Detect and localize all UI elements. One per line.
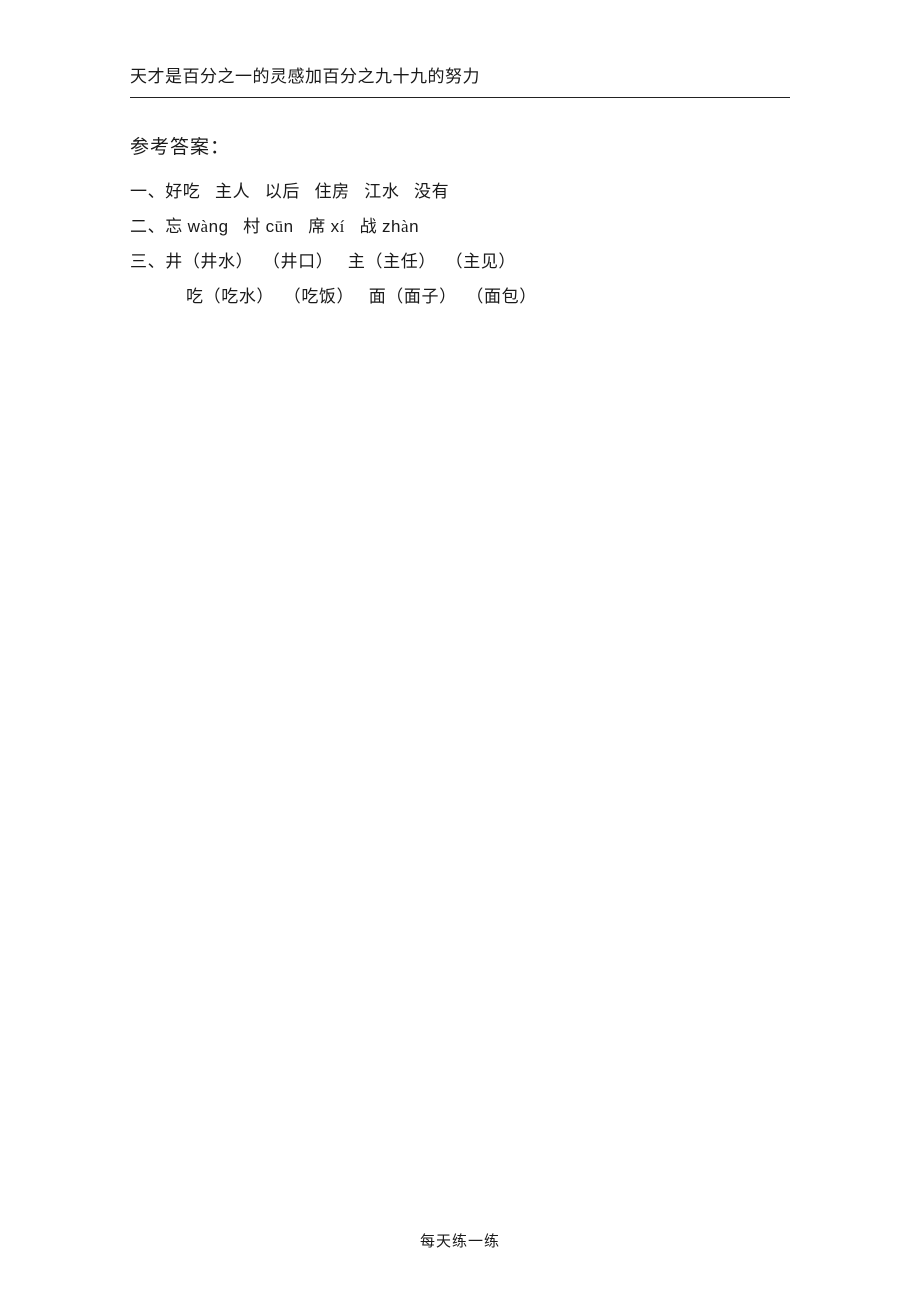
- header-motto: 天才是百分之一的灵感加百分之九十九的努力: [130, 62, 790, 98]
- s2-py-1-pre: c: [266, 217, 275, 236]
- footer-text: 每天练一练: [0, 1230, 920, 1251]
- s1-item-4: 江水: [364, 182, 399, 201]
- s3-r2-w0a: 吃水: [221, 287, 256, 306]
- s2-py-0-pre: w: [188, 217, 201, 236]
- s3-r1-h0: 井: [165, 252, 183, 271]
- section2-label: 二、: [130, 217, 165, 236]
- section-2-line: 二、忘 wàng 村 cūn 席 xí 战 zhàn: [130, 210, 790, 245]
- s2-ch-1: 村: [243, 217, 261, 236]
- s2-py-2-acc: í: [340, 217, 345, 236]
- answers-heading: 参考答案：: [130, 132, 790, 159]
- s2-py-3-acc: à: [401, 217, 409, 236]
- s1-item-3: 住房: [315, 182, 350, 201]
- s2-py-2-pre: x: [331, 217, 340, 236]
- s2-py-0-post: ng: [209, 217, 229, 236]
- s1-item-2: 以后: [265, 182, 300, 201]
- s2-ch-3: 战: [360, 217, 378, 236]
- s3-r2-h1: 面: [369, 287, 387, 306]
- s3-r1-h1: 主: [348, 252, 366, 271]
- section-3-row1: 三、井（井水） （井口） 主（主任） （主见）: [130, 245, 790, 280]
- section-1-line: 一、好吃 主人 以后 住房 江水 没有: [130, 175, 790, 210]
- s3-r1-w1b: 主见: [463, 252, 498, 271]
- s3-r1-w0a: 井水: [200, 252, 235, 271]
- s2-py-1-post: n: [284, 217, 294, 236]
- s1-item-1: 主人: [215, 182, 250, 201]
- s2-py-3-post: n: [409, 217, 419, 236]
- s3-r2-w1b: 面包: [484, 287, 519, 306]
- section1-label: 一、: [130, 182, 165, 201]
- document-page: 天才是百分之一的灵感加百分之九十九的努力 参考答案： 一、好吃 主人 以后 住房…: [0, 0, 920, 314]
- section3-label: 三、: [130, 252, 165, 271]
- s3-r2-w1a: 面子: [404, 287, 439, 306]
- s2-py-3-pre: zh: [382, 217, 401, 236]
- s2-ch-2: 席: [308, 217, 326, 236]
- section-3-row2: 吃（吃水） （吃饭） 面（面子） （面包）: [130, 280, 790, 315]
- s1-item-0: 好吃: [165, 182, 200, 201]
- s1-item-5: 没有: [414, 182, 449, 201]
- s3-r2-h0: 吃: [186, 287, 204, 306]
- s2-ch-0: 忘: [165, 217, 183, 236]
- s3-r1-w0b: 井口: [281, 252, 316, 271]
- s2-py-1-acc: ū: [275, 217, 284, 236]
- s3-r2-w0b: 吃饭: [301, 287, 336, 306]
- s2-py-0-acc: à: [200, 217, 208, 236]
- s3-r1-w1a: 主任: [383, 252, 418, 271]
